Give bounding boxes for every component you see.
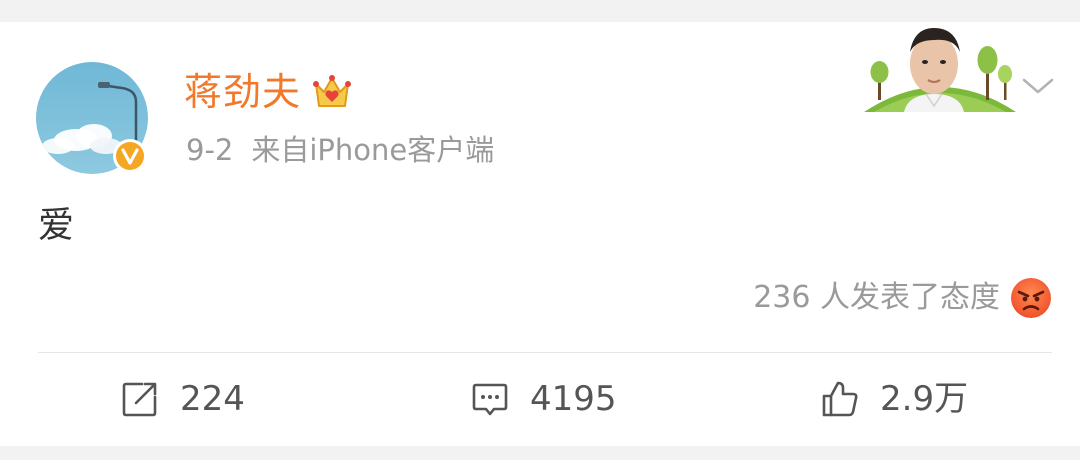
repost-count: 224	[180, 379, 245, 419]
reaction-summary-text: 236 人发表了态度	[753, 280, 1000, 315]
author-name[interactable]: 蒋劲夫	[184, 68, 301, 116]
thumbs-up-icon	[822, 381, 858, 417]
post-source: 来自iPhone客户端	[251, 133, 495, 167]
comment-icon	[472, 383, 508, 416]
like-button[interactable]: 2.9万	[820, 368, 968, 430]
repost-button[interactable]: 224	[120, 368, 245, 430]
comment-count: 4195	[530, 379, 617, 419]
post-date: 9-2	[186, 133, 234, 167]
post-meta: 9-2 来自iPhone客户端	[186, 130, 494, 170]
post-action-bar: 224 4195 2.9万	[0, 368, 1080, 430]
post-content-text: 爱	[38, 205, 75, 246]
angry-face-icon	[1011, 278, 1051, 318]
chevron-down-icon[interactable]	[1020, 72, 1056, 100]
reaction-summary[interactable]: 236 人发表了态度	[753, 274, 1052, 322]
repost-icon	[122, 382, 157, 417]
comment-button[interactable]: 4195	[470, 368, 617, 430]
weibo-post-card: 蒋劲夫 9-2 来自iPhone客户端 爱 236 人发表了态度 224 419…	[0, 22, 1080, 446]
verified-badge-icon	[112, 138, 148, 174]
action-divider	[38, 352, 1052, 353]
like-count: 2.9万	[880, 379, 969, 419]
vip-crown-icon[interactable]	[312, 72, 352, 112]
card-decoration-image[interactable]	[864, 22, 1016, 112]
